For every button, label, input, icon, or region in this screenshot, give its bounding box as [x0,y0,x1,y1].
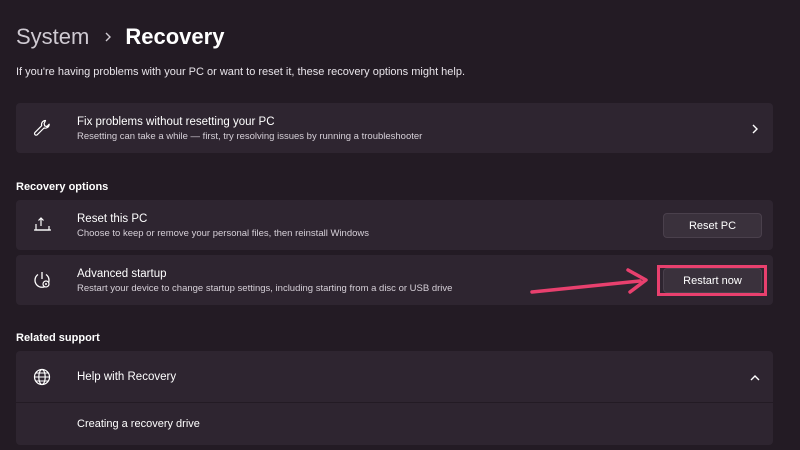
related-support-heading: Related support [16,332,100,344]
fix-problems-title: Fix problems without resetting your PC [77,116,275,128]
page-subtitle: If you're having problems with your PC o… [16,66,466,78]
chevron-right-icon [749,122,761,134]
highlight-box [657,265,767,296]
chevron-up-icon[interactable] [749,371,761,383]
advanced-startup-description: Restart your device to change startup se… [77,283,453,294]
breadcrumb: System Recovery [16,22,224,52]
page-title: Recovery [125,24,225,49]
help-links-panel: Creating a recovery drive [16,403,773,445]
chevron-right-icon [101,30,115,44]
reset-this-pc-description: Choose to keep or remove your personal f… [77,228,370,239]
globe-icon [32,367,52,387]
fix-problems-card[interactable]: Fix problems without resetting your PC R… [16,103,773,153]
advanced-startup-icon [32,270,52,290]
recovery-options-heading: Recovery options [16,181,109,193]
help-with-recovery-title: Help with Recovery [77,371,177,383]
reset-this-pc-title: Reset this PC [77,213,148,225]
reset-this-pc-card: Reset this PC Choose to keep or remove y… [16,200,773,250]
fix-problems-description: Resetting can take a while — first, try … [77,131,423,142]
advanced-startup-title: Advanced startup [77,268,167,280]
breadcrumb-system-link[interactable]: System [16,24,89,50]
reset-pc-button[interactable]: Reset PC [663,213,762,238]
annotation-arrow [530,268,648,294]
wrench-icon [32,118,52,138]
reset-pc-icon [32,215,52,235]
help-with-recovery-header[interactable]: Help with Recovery [16,351,773,402]
creating-recovery-drive-link[interactable]: Creating a recovery drive [77,418,200,430]
